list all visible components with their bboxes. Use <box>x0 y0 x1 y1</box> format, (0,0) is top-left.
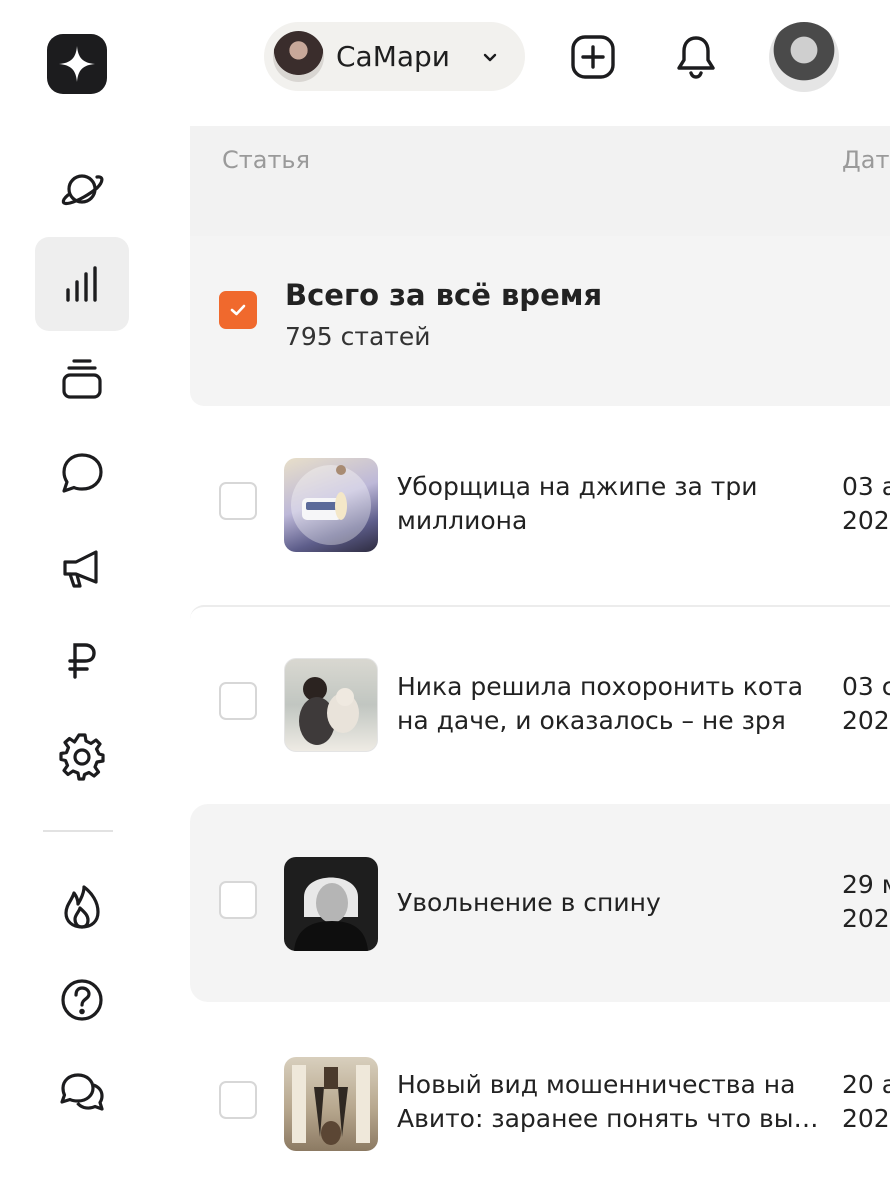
notifications-button[interactable] <box>661 22 731 92</box>
article-date-line2: 202 <box>842 506 890 535</box>
fire-icon <box>64 885 100 929</box>
article-thumbnail <box>284 857 378 951</box>
channel-name: СаМари <box>336 40 450 73</box>
plus-square-icon <box>571 35 615 79</box>
article-date-line1: 20 а <box>842 1070 890 1099</box>
sidebar-item-statistics[interactable] <box>35 237 129 331</box>
create-button[interactable] <box>558 22 628 92</box>
megaphone-icon <box>63 550 98 588</box>
article-title[interactable]: Новый вид мошенничества на Авито: заране… <box>397 1068 827 1136</box>
user-avatar[interactable] <box>769 22 839 92</box>
channel-switcher[interactable]: СаМари <box>264 22 525 91</box>
sidebar <box>0 0 165 1200</box>
stack-icon <box>62 359 102 399</box>
logo-icon[interactable] <box>47 34 107 94</box>
row-checkbox[interactable] <box>219 881 257 919</box>
article-date: 20 а 202 <box>842 1068 890 1136</box>
table-row[interactable]: Ника решила похоронить кота на даче, и о… <box>190 605 890 803</box>
check-icon <box>230 304 246 316</box>
planet-icon <box>61 174 104 206</box>
article-date-line2: 202 <box>842 1104 890 1133</box>
sidebar-item-publications[interactable] <box>35 332 129 426</box>
sidebar-item-feedback[interactable] <box>35 1046 129 1140</box>
row-checkbox[interactable] <box>219 1081 257 1119</box>
stats-icon <box>66 266 97 302</box>
article-thumbnail <box>284 658 378 752</box>
comment-icon <box>62 453 103 493</box>
ruble-icon <box>68 643 96 679</box>
sidebar-item-trending[interactable] <box>35 860 129 954</box>
gear-icon <box>59 733 105 781</box>
total-title: Всего за всё время <box>285 278 603 312</box>
sidebar-item-planet[interactable] <box>35 142 129 236</box>
select-all-checkbox[interactable] <box>219 291 257 329</box>
total-count: 795 статей <box>285 322 431 351</box>
article-date: 03 с 202 <box>842 670 890 738</box>
table-row[interactable]: Новый вид мошенничества на Авито: заране… <box>190 1004 890 1200</box>
table-header: Статья Дат <box>190 126 890 236</box>
table-row[interactable]: Увольнение в спину 29 м 202 <box>190 804 890 1002</box>
sidebar-item-comments[interactable] <box>35 426 129 520</box>
article-title[interactable]: Ника решила похоронить кота на даче, и о… <box>397 670 827 738</box>
article-date: 03 а 202 <box>842 470 890 538</box>
article-date-line1: 29 м <box>842 870 890 899</box>
row-checkbox[interactable] <box>219 482 257 520</box>
table-row[interactable]: Уборщица на джипе за три миллиона 03 а 2… <box>190 407 890 605</box>
help-icon <box>61 979 103 1021</box>
sidebar-item-monetization[interactable] <box>35 614 129 708</box>
article-date-line2: 202 <box>842 904 890 933</box>
row-checkbox[interactable] <box>219 682 257 720</box>
article-date-line2: 202 <box>842 706 890 735</box>
sidebar-item-help[interactable] <box>35 953 129 1047</box>
chat-icon <box>60 1073 104 1111</box>
chevron-down-icon <box>480 47 500 67</box>
article-title[interactable]: Увольнение в спину <box>397 886 827 920</box>
channel-avatar <box>273 31 324 82</box>
column-header-article[interactable]: Статья <box>222 146 310 174</box>
article-title[interactable]: Уборщица на джипе за три миллиона <box>397 470 827 538</box>
column-header-date[interactable]: Дат <box>842 146 889 174</box>
article-date: 29 м 202 <box>842 868 890 936</box>
article-date-line1: 03 с <box>842 672 890 701</box>
article-thumbnail <box>284 1057 378 1151</box>
article-thumbnail <box>284 458 378 552</box>
total-row[interactable]: Всего за всё время 795 статей <box>190 236 890 406</box>
sidebar-divider <box>43 830 113 832</box>
article-date-line1: 03 а <box>842 472 890 501</box>
bell-icon <box>677 36 715 79</box>
sidebar-item-promotion[interactable] <box>35 521 129 615</box>
sidebar-item-settings[interactable] <box>35 710 129 804</box>
